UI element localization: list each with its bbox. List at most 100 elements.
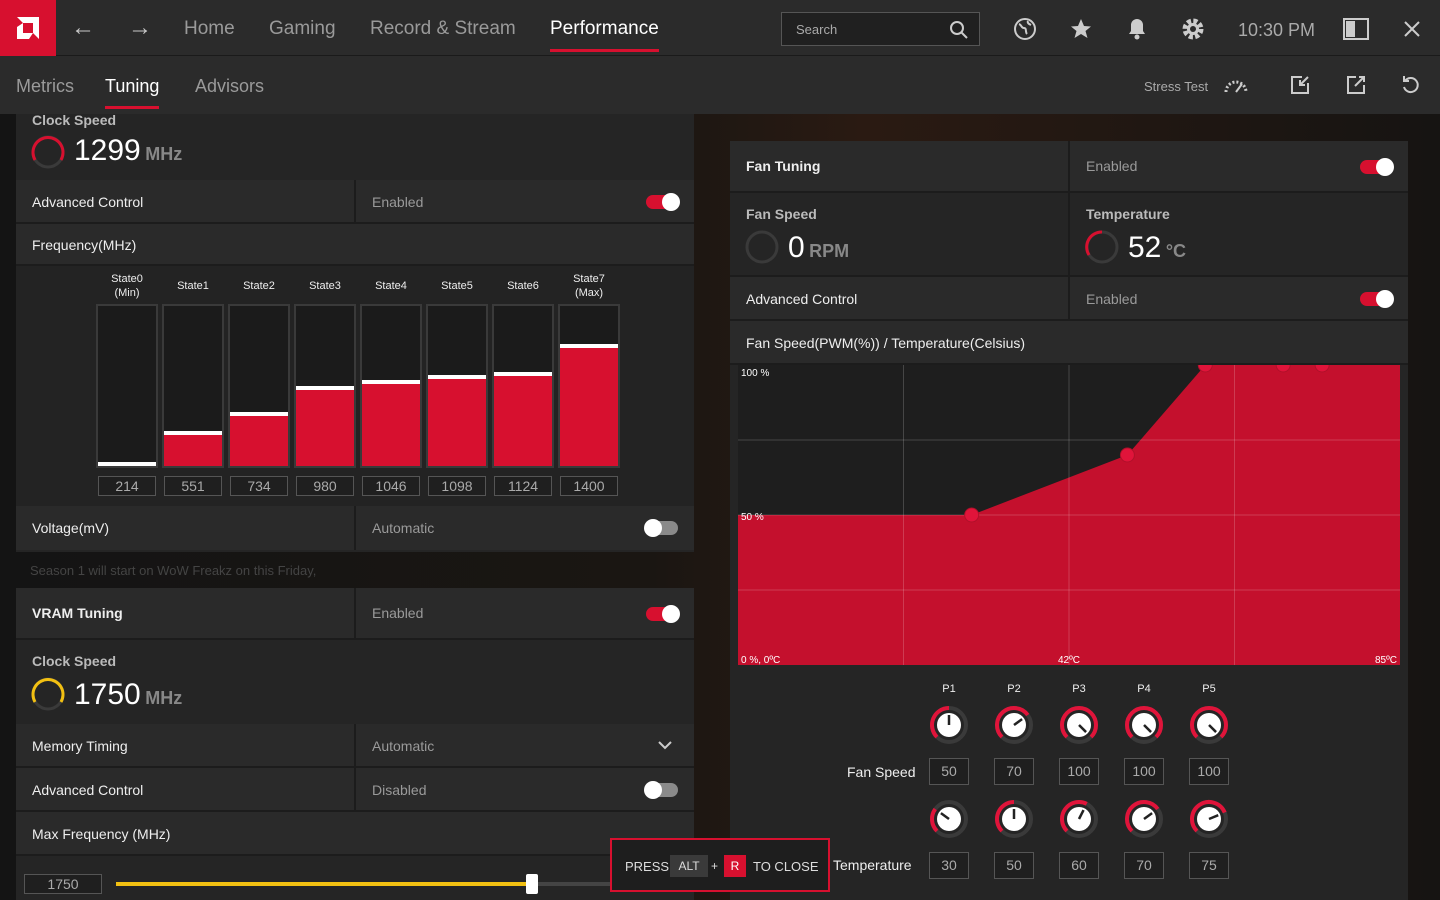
temperature-dial[interactable] (1189, 799, 1229, 839)
gear-icon[interactable] (1180, 16, 1206, 42)
sidebar-toggle-icon[interactable] (1343, 16, 1369, 42)
press-label: PRESS (625, 859, 670, 874)
fan-speed-input[interactable]: 100 (1124, 758, 1164, 785)
fan-speed-dial[interactable] (929, 705, 969, 745)
temperature-dial[interactable] (929, 799, 969, 839)
state-value-input[interactable]: 734 (230, 476, 288, 496)
vram-advanced-control-toggle[interactable] (644, 781, 678, 799)
fan-speed-dial[interactable] (1124, 705, 1164, 745)
clock-gauge-icon (31, 135, 65, 169)
temperature-input[interactable]: 30 (929, 852, 969, 879)
memory-timing-row[interactable]: Memory Timing Automatic (16, 724, 694, 768)
state-value-input[interactable]: 980 (296, 476, 354, 496)
fan-speed-input[interactable]: 70 (994, 758, 1034, 785)
vram-tuning-toggle[interactable] (646, 605, 680, 623)
chevron-down-icon[interactable] (658, 740, 672, 750)
fan-speed-input[interactable]: 100 (1059, 758, 1099, 785)
state-value-input[interactable]: 1400 (560, 476, 618, 496)
fan-tuning-panel: Fan Tuning Enabled Fan Speed 0 RPM Tempe… (730, 141, 1408, 900)
subtab-metrics[interactable]: Metrics (16, 76, 74, 97)
subtab-tuning[interactable]: Tuning (105, 76, 160, 109)
back-arrow-icon[interactable]: ← (71, 16, 95, 40)
subtab-advisors[interactable]: Advisors (195, 76, 264, 97)
state-label: State0 (Min) (111, 273, 143, 299)
state-value-input[interactable]: 1124 (494, 476, 552, 496)
fan-speed-input[interactable]: 50 (929, 758, 969, 785)
temperature-unit: °C (1165, 241, 1187, 261)
temperature-input[interactable]: 70 (1124, 852, 1164, 879)
star-icon[interactable] (1068, 16, 1094, 42)
state-value-input[interactable]: 214 (98, 476, 156, 496)
state-value-input[interactable]: 551 (164, 476, 222, 496)
frequency-states: State0 (Min) 214 State1 551 State2 734 State3 98… (16, 266, 694, 506)
temperature-dial[interactable] (1059, 799, 1099, 839)
fan-tuning-toggle[interactable] (1360, 158, 1394, 176)
amd-logo-icon[interactable] (0, 0, 56, 56)
memory-timing-value[interactable]: Automatic (372, 738, 434, 754)
voltage-label: Voltage(mV) (32, 520, 110, 536)
max-frequency-input[interactable]: 1750 (24, 874, 102, 894)
stress-test-label[interactable]: Stress Test (1144, 79, 1208, 94)
temperature-input[interactable]: 60 (1059, 852, 1099, 879)
reset-icon[interactable] (1398, 72, 1424, 98)
tab-record-stream[interactable]: Record & Stream (370, 18, 516, 40)
clock-time: 10:30 PM (1238, 20, 1316, 40)
state-bar[interactable] (558, 304, 620, 468)
import-icon[interactable] (1287, 72, 1313, 98)
slider-handle[interactable] (526, 874, 538, 894)
fan-advanced-control-label: Advanced Control (746, 291, 858, 307)
fan-advanced-control-toggle[interactable] (1360, 290, 1394, 308)
fan-curve-chart[interactable]: 100 % 50 % 0 %, 0ºC 42ºC 85ºC (738, 365, 1400, 665)
bell-icon[interactable] (1124, 16, 1150, 42)
fan-speed-dial[interactable] (1189, 705, 1229, 745)
x-axis-max-label: 85ºC (1375, 655, 1397, 665)
state-bar[interactable] (96, 304, 158, 468)
state-bar[interactable] (228, 304, 290, 468)
temperature-dial[interactable] (994, 799, 1034, 839)
state-bar[interactable] (492, 304, 554, 468)
state-bar-fill (428, 374, 486, 466)
fan-speed-label: Fan Speed (746, 206, 817, 222)
temperature-value: 52 (1128, 231, 1162, 264)
speedometer-icon[interactable] (1223, 72, 1249, 98)
advanced-control-label: Advanced Control (32, 194, 144, 210)
fan-speed-row-label: Fan Speed (847, 764, 916, 780)
state-bar[interactable] (426, 304, 488, 468)
state-bar[interactable] (294, 304, 356, 468)
state-value-input[interactable]: 1046 (362, 476, 420, 496)
advanced-control-toggle[interactable] (646, 193, 680, 211)
max-frequency-slider[interactable] (116, 874, 636, 894)
temperature-input[interactable]: 50 (994, 852, 1034, 879)
state-bar-fill (164, 430, 222, 466)
tab-gaming[interactable]: Gaming (269, 18, 336, 40)
state-label: State3 (309, 280, 341, 292)
fan-speed-dial[interactable] (1059, 705, 1099, 745)
tab-home[interactable]: Home (184, 18, 235, 40)
fan-speed-input[interactable]: 100 (1189, 758, 1229, 785)
search-icon[interactable] (949, 20, 969, 40)
state-label: State7 (Max) (573, 273, 605, 299)
tab-performance[interactable]: Performance (550, 18, 659, 52)
forward-arrow-icon[interactable]: → (128, 16, 152, 40)
globe-icon[interactable] (1012, 16, 1038, 42)
close-icon[interactable] (1399, 16, 1425, 42)
temperature-dial[interactable] (1124, 799, 1164, 839)
vram-title-row: VRAM Tuning Enabled (16, 588, 694, 640)
temperature-input[interactable]: 75 (1189, 852, 1229, 879)
fan-speed-unit: RPM (809, 241, 850, 261)
curve-point[interactable] (1119, 447, 1135, 463)
state-bar[interactable] (360, 304, 422, 468)
vram-title: VRAM Tuning (32, 605, 123, 621)
point-label: P2 (1007, 683, 1021, 695)
state-label: State5 (441, 280, 473, 292)
state-bar[interactable] (162, 304, 224, 468)
curve-point[interactable] (964, 507, 980, 523)
voltage-toggle[interactable] (644, 519, 678, 537)
fan-title-row: Fan Tuning Enabled (730, 141, 1408, 193)
search-input[interactable]: Search (781, 12, 980, 46)
vram-clock-unit: MHz (145, 688, 183, 708)
fan-speed-dial[interactable] (994, 705, 1034, 745)
max-frequency-row: Max Frequency (MHz) (16, 812, 694, 856)
state-value-input[interactable]: 1098 (428, 476, 486, 496)
export-icon[interactable] (1343, 72, 1369, 98)
